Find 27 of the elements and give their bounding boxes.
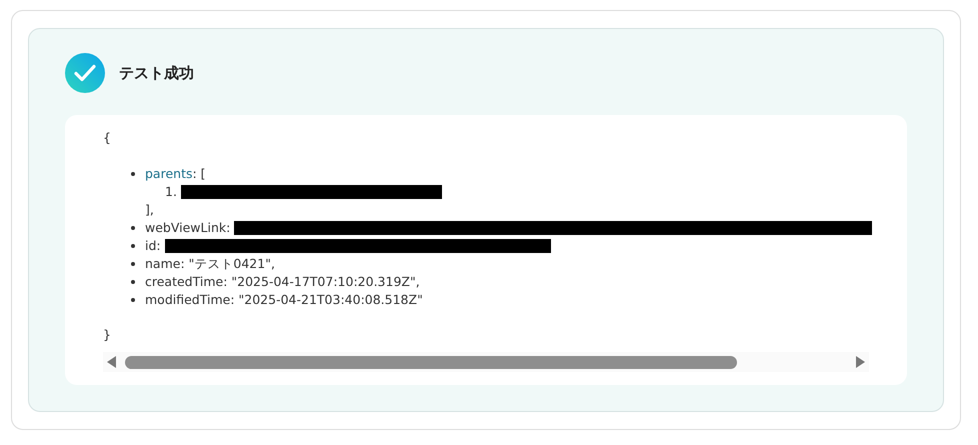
brace: { (103, 129, 111, 147)
scroll-left-icon[interactable] (107, 356, 117, 368)
bullet (131, 298, 135, 302)
field-key: id (145, 237, 156, 255)
field-value: : "2025-04-21T03:40:08.518Z" (230, 291, 423, 309)
list-marker: 1. (165, 183, 177, 201)
bracket: ], (145, 201, 154, 219)
field-key: name (145, 255, 180, 273)
status-title: テスト成功 (119, 64, 194, 82)
field-key: createdTime (145, 273, 224, 291)
bullet (131, 280, 135, 284)
field-key: webViewLink (145, 219, 226, 237)
bullet (131, 172, 135, 176)
scroll-thumb[interactable] (125, 356, 737, 368)
field-key-link[interactable]: parents (145, 165, 192, 183)
field-value: : [ (192, 165, 206, 183)
field-value: : (156, 237, 161, 255)
brace: } (103, 326, 111, 344)
bullet (131, 262, 135, 266)
field-value: : (226, 219, 230, 237)
field-value: : "2025-04-17T07:10:20.319Z", (223, 273, 420, 291)
field-value: : "テスト0421", (180, 255, 275, 273)
horizontal-scrollbar[interactable] (103, 352, 869, 372)
field-key: modifiedTime (145, 291, 230, 309)
bullet (131, 226, 135, 230)
bullet (131, 244, 135, 248)
scroll-right-icon[interactable] (855, 356, 865, 368)
